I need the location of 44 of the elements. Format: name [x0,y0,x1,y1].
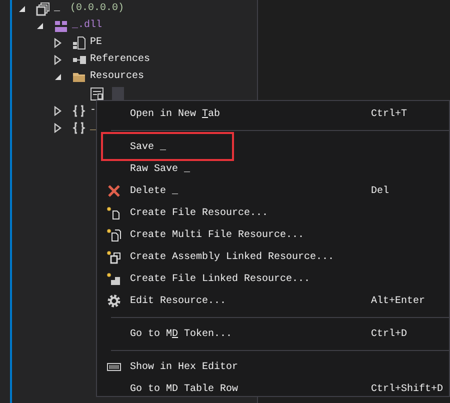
tree-item-label[interactable]: _.dll [72,18,102,33]
settings-icon [106,294,120,308]
tree-item-label[interactable]: References [90,52,150,67]
new-assembly-icon [106,250,120,264]
menu-item[interactable]: Delete _ Del [97,180,449,202]
collapsed-arrow-icon[interactable] [54,122,62,132]
new-linked-file-icon [106,272,120,286]
collapsed-arrow-icon[interactable] [54,106,62,116]
new-files-icon [106,228,120,242]
tree-item-label[interactable]: Resources [90,69,144,84]
hex-editor-icon [106,363,120,371]
file-icon [72,36,86,50]
version-label: (0.0.0.0) [70,2,124,16]
menu-item[interactable]: Edit Resource... Alt+Enter [97,290,449,312]
shortcut-label: Ctrl+Shift+D [371,382,444,396]
menu-item[interactable]: Save _ [97,136,449,158]
resource-icon [90,86,104,100]
menu-item[interactable]: Open in New Tab Ctrl+T [97,103,449,125]
menu-item[interactable]: Show in Hex Editor [97,356,449,378]
expanded-arrow-icon[interactable] [54,72,62,80]
braces-icon [72,104,86,118]
menu-item[interactable]: Create File Linked Resource... [97,268,449,290]
shortcut-label: Alt+Enter [371,294,426,308]
expanded-arrow-icon[interactable] [36,22,44,30]
tree-item-label[interactable]: _ [54,1,60,16]
menu-item[interactable]: Go to MD Token... Ctrl+D [97,323,449,345]
collapsed-arrow-icon[interactable] [54,54,62,64]
shortcut-label: Del [371,184,390,198]
new-file-icon [106,206,120,220]
shortcut-label: Ctrl+T [371,108,408,122]
module-icon [54,18,68,32]
menu-item[interactable]: Go to MD Table Row Ctrl+Shift+D [97,378,449,400]
menu-item[interactable]: Create Multi File Resource... [97,224,449,246]
tree-item-label[interactable]: _ [90,120,96,135]
collapsed-arrow-icon[interactable] [54,38,62,48]
tree-item-label[interactable]: - [90,103,96,118]
shortcut-label: Ctrl+D [371,328,408,342]
braces-icon [72,120,86,134]
menu-item[interactable]: Create Assembly Linked Resource... [97,246,449,268]
menu-item[interactable]: Raw Save _ [97,158,449,180]
tree-item-label[interactable]: PE [90,35,102,50]
delete-icon [106,184,120,198]
expanded-arrow-icon[interactable] [18,4,26,12]
menu-item[interactable]: Create File Resource... [97,202,449,224]
